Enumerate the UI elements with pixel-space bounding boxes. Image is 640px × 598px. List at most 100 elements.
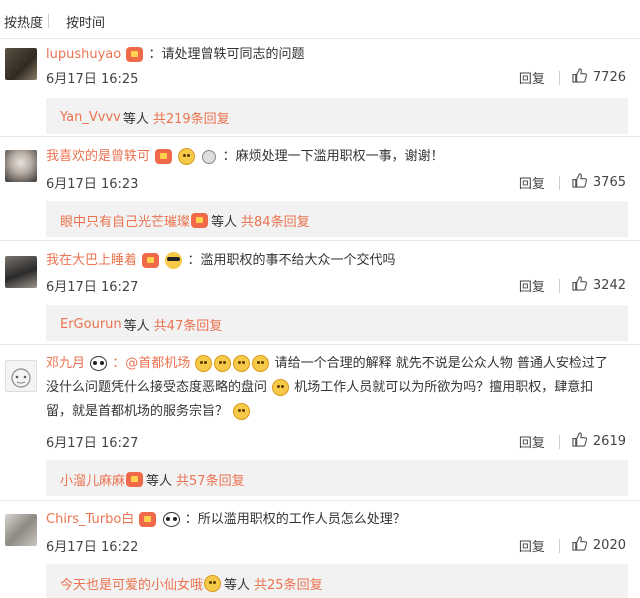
comment-body: 我在大巴上睡着 ：滥用职权的事不给大众一个交代吗	[46, 249, 395, 273]
avatar[interactable]	[5, 514, 37, 546]
member-badge-icon	[142, 253, 160, 268]
action-divider	[558, 175, 560, 190]
like-count: 2020	[592, 538, 626, 553]
member-badge-icon	[191, 213, 209, 228]
comment-body: 邓九月 ：@首都机场 请给一个合理的解释 就先不说是公众人物 普通人安检过了 没…	[46, 352, 626, 424]
reply-count-link[interactable]: 共25条回复	[254, 574, 323, 593]
panda-icon	[162, 512, 180, 527]
comment-actions: 回复 2020	[519, 536, 626, 555]
reply-button[interactable]: 回复	[519, 173, 545, 192]
smile-emoji-icon	[252, 355, 270, 372]
comment-text-line: 留，就是首都机场的服务宗旨？	[46, 404, 229, 419]
comment-username[interactable]: 我在大巴上睡着	[46, 253, 137, 268]
action-divider	[558, 278, 560, 293]
thumbs-up-icon[interactable]	[572, 173, 587, 192]
reply-etc-label: 等人	[146, 474, 173, 489]
sort-tabs: 按热度 按时间	[0, 0, 640, 39]
smile-emoji-icon	[214, 355, 232, 372]
comment-text: ：请处理曾轶可同志的问题	[148, 47, 305, 62]
smile-emoji-icon	[272, 379, 290, 396]
comment-text: ：麻烦处理一下滥用职权一事，谢谢！	[222, 149, 444, 164]
comment-username[interactable]: Chirs_Turbo白	[46, 512, 134, 527]
avatar[interactable]	[5, 256, 37, 288]
comment-text-line: 请给一个合理的解释 就先不说是公众人物 普通人安检过了	[274, 356, 608, 371]
reply-username[interactable]: 眼中只有自己光芒璀璨	[60, 211, 190, 230]
mention-link[interactable]: ：@首都机场	[112, 356, 190, 371]
comment-item: lupushuyao ：请处理曾轶可同志的问题 6月17日 16:25 回复 7…	[0, 44, 640, 146]
reply-summary[interactable]: 眼中只有自己光芒璀璨 等人 共84条回复	[46, 201, 628, 237]
smile-emoji-icon	[233, 403, 251, 420]
reply-button[interactable]: 回复	[519, 432, 545, 451]
member-badge-icon	[155, 149, 173, 164]
sunglasses-emoji-icon	[165, 252, 183, 269]
reply-username[interactable]: 今天也是可爱的小仙女哦	[60, 574, 203, 593]
reply-summary[interactable]: ErGourun 等人 共47条回复	[46, 305, 628, 341]
reply-username[interactable]: Yan_Vvvv	[60, 110, 121, 125]
comment-body: lupushuyao ：请处理曾轶可同志的问题	[46, 43, 305, 67]
comment-timestamp: 6月17日 16:23	[46, 177, 139, 192]
comment-text: ：所以滥用职权的工作人员怎么处理？	[184, 512, 406, 527]
reply-summary[interactable]: 今天也是可爱的小仙女哦 等人 共25条回复	[46, 564, 628, 598]
comment-body: 我喜欢的是曾轶可 ：麻烦处理一下滥用职权一事，谢谢！	[46, 145, 444, 169]
comment-timestamp: 6月17日 16:25	[46, 72, 139, 87]
tab-divider	[48, 14, 49, 28]
reply-button[interactable]: 回复	[519, 68, 545, 87]
tab-sort-by-hot[interactable]: 按热度	[4, 12, 43, 31]
thumbs-up-icon[interactable]	[572, 276, 587, 295]
reply-etc-label: 等人	[211, 215, 238, 230]
comment-divider	[0, 500, 640, 501]
reply-count-link[interactable]: 共84条回复	[241, 211, 310, 230]
reply-count-link[interactable]: 共47条回复	[154, 315, 223, 334]
reply-button[interactable]: 回复	[519, 536, 545, 555]
comment-username[interactable]: 邓九月	[46, 356, 85, 371]
comment-actions: 回复 3765	[519, 173, 626, 192]
comment-timestamp: 6月17日 16:22	[46, 540, 139, 555]
reply-etc-label: 等人	[122, 112, 149, 127]
comment-username[interactable]: 我喜欢的是曾轶可	[46, 149, 150, 164]
thumbs-up-icon[interactable]	[572, 432, 587, 451]
thumbs-up-icon[interactable]	[572, 536, 587, 555]
comment-text-line: 机场工作人员就可以为所欲为吗？擅用职权，肆意扣	[294, 380, 594, 395]
comment-divider	[0, 344, 640, 345]
action-divider	[558, 434, 560, 449]
reply-button[interactable]: 回复	[519, 276, 545, 295]
member-badge-icon	[126, 472, 144, 487]
comment-divider	[0, 240, 640, 241]
medal-icon	[202, 149, 217, 164]
comment-actions: 回复 2619	[519, 432, 626, 451]
member-badge-icon	[139, 512, 157, 527]
like-count: 3242	[592, 278, 626, 293]
thumbs-up-icon[interactable]	[572, 68, 587, 87]
smile-emoji-icon	[195, 355, 213, 372]
reply-summary[interactable]: Yan_Vvvv 等人 共219条回复	[46, 98, 628, 134]
like-count: 3765	[592, 175, 626, 190]
reply-count-link[interactable]: 共219条回复	[153, 108, 230, 127]
comment-item: 邓九月 ：@首都机场 请给一个合理的解释 就先不说是公众人物 普通人安检过了 没…	[0, 352, 640, 500]
avatar[interactable]	[5, 48, 37, 80]
reply-etc-label: 等人	[123, 319, 150, 334]
comment-username[interactable]: lupushuyao	[46, 47, 121, 62]
avatar[interactable]	[5, 360, 37, 392]
comment-text: ：滥用职权的事不给大众一个交代吗	[187, 253, 396, 268]
like-count: 7726	[592, 70, 626, 85]
tab-sort-by-time[interactable]: 按时间	[66, 12, 105, 31]
comment-timestamp: 6月17日 16:27	[46, 280, 139, 295]
reply-summary[interactable]: 小溜儿麻麻 等人 共57条回复	[46, 460, 628, 496]
smile-emoji-icon	[178, 148, 196, 165]
panda-icon	[90, 356, 108, 371]
comment-actions: 回复 7726	[519, 68, 626, 87]
action-divider	[558, 70, 560, 85]
reply-username[interactable]: 小溜儿麻麻	[60, 470, 125, 489]
comment-timestamp: 6月17日 16:27	[46, 436, 139, 451]
comment-actions: 回复 3242	[519, 276, 626, 295]
smile-emoji-icon	[204, 575, 222, 592]
avatar[interactable]	[5, 150, 37, 182]
comment-divider	[0, 136, 640, 137]
member-badge-icon	[126, 47, 144, 62]
comment-item: 我在大巴上睡着 ：滥用职权的事不给大众一个交代吗 6月17日 16:27 回复 …	[0, 250, 640, 350]
comment-item: 我喜欢的是曾轶可 ：麻烦处理一下滥用职权一事，谢谢！ 6月17日 16:23 回…	[0, 146, 640, 246]
reply-count-link[interactable]: 共57条回复	[176, 470, 245, 489]
reply-username[interactable]: ErGourun	[60, 317, 122, 332]
action-divider	[558, 538, 560, 553]
reply-etc-label: 等人	[224, 578, 251, 593]
